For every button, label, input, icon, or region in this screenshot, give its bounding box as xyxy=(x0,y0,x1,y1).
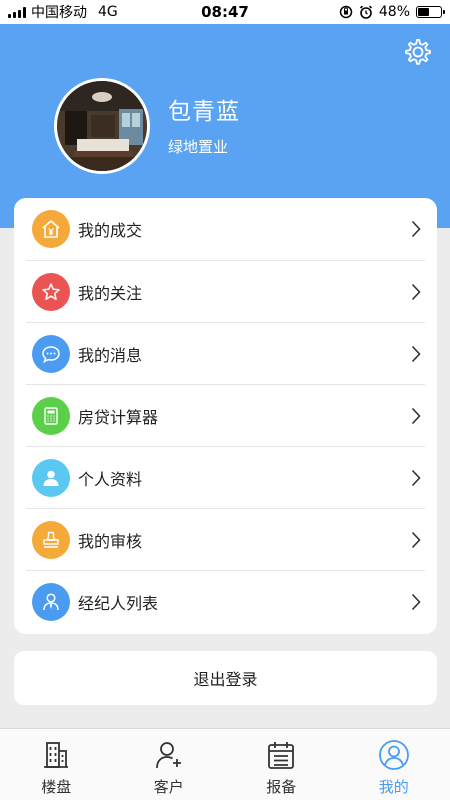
menu-label: 我的关注 xyxy=(78,283,143,303)
tab-reports[interactable]: 报备 xyxy=(225,729,338,800)
add-person-icon xyxy=(155,742,181,769)
tab-label: 客户 xyxy=(153,778,184,796)
logout-button[interactable]: 退出登录 xyxy=(14,651,437,705)
tab-mine[interactable]: 我的 xyxy=(338,729,450,800)
chevron-right-icon xyxy=(411,345,421,363)
menu-item-agent-list[interactable]: 经纪人列表 xyxy=(26,570,425,632)
menu-item-mortgage-calculator[interactable]: 房贷计算器 xyxy=(26,384,425,446)
user-company: 绿地置业 xyxy=(168,138,229,156)
agent-icon xyxy=(32,582,70,621)
bottom-tab-bar: 楼盘 客户 报备 我的 xyxy=(0,728,450,800)
battery-percent: 48% xyxy=(378,4,410,20)
calendar-icon xyxy=(268,742,295,769)
menu-card: 我的成交 我的关注 我的消息 房贷计算器 个人资料 我的审核 经纪人列表 xyxy=(14,198,437,634)
menu-item-my-follows[interactable]: 我的关注 xyxy=(26,260,425,322)
chevron-right-icon xyxy=(411,220,421,238)
menu-item-my-review[interactable]: 我的审核 xyxy=(26,508,425,570)
avatar[interactable] xyxy=(54,78,150,174)
menu-item-personal-info[interactable]: 个人资料 xyxy=(26,446,425,508)
building-icon xyxy=(44,742,69,768)
menu-label: 个人资料 xyxy=(78,469,143,489)
person-icon xyxy=(32,458,70,497)
house-yen-icon xyxy=(32,210,70,248)
orientation-lock-icon xyxy=(339,5,353,19)
alarm-icon xyxy=(359,5,372,19)
tab-customers[interactable]: 客户 xyxy=(113,729,226,800)
menu-item-my-messages[interactable]: 我的消息 xyxy=(26,322,425,384)
menu-label: 我的消息 xyxy=(78,345,143,365)
status-bar: 中国移动 4G 08:47 48% xyxy=(0,0,450,24)
stamp-icon xyxy=(32,520,70,559)
tab-properties[interactable]: 楼盘 xyxy=(0,729,113,800)
menu-label: 我的成交 xyxy=(78,221,143,240)
menu-item-my-deals[interactable]: 我的成交 xyxy=(26,198,425,260)
profile-circle-icon xyxy=(378,740,409,770)
star-icon xyxy=(32,272,70,311)
tab-label: 我的 xyxy=(378,778,409,796)
chevron-right-icon xyxy=(411,407,421,425)
user-name: 包青蓝 xyxy=(168,99,240,125)
menu-label: 我的审核 xyxy=(78,531,143,551)
chevron-right-icon xyxy=(411,283,421,301)
menu-label: 房贷计算器 xyxy=(78,407,159,427)
menu-label: 经纪人列表 xyxy=(78,593,159,613)
chat-bubble-icon xyxy=(32,334,70,373)
settings-gear-icon[interactable] xyxy=(402,36,434,68)
calculator-icon xyxy=(32,396,70,435)
chevron-right-icon xyxy=(411,469,421,487)
chevron-right-icon xyxy=(411,531,421,549)
battery-icon xyxy=(416,6,445,18)
tab-label: 报备 xyxy=(266,778,297,796)
tab-label: 楼盘 xyxy=(41,778,72,796)
chevron-right-icon xyxy=(411,593,421,611)
